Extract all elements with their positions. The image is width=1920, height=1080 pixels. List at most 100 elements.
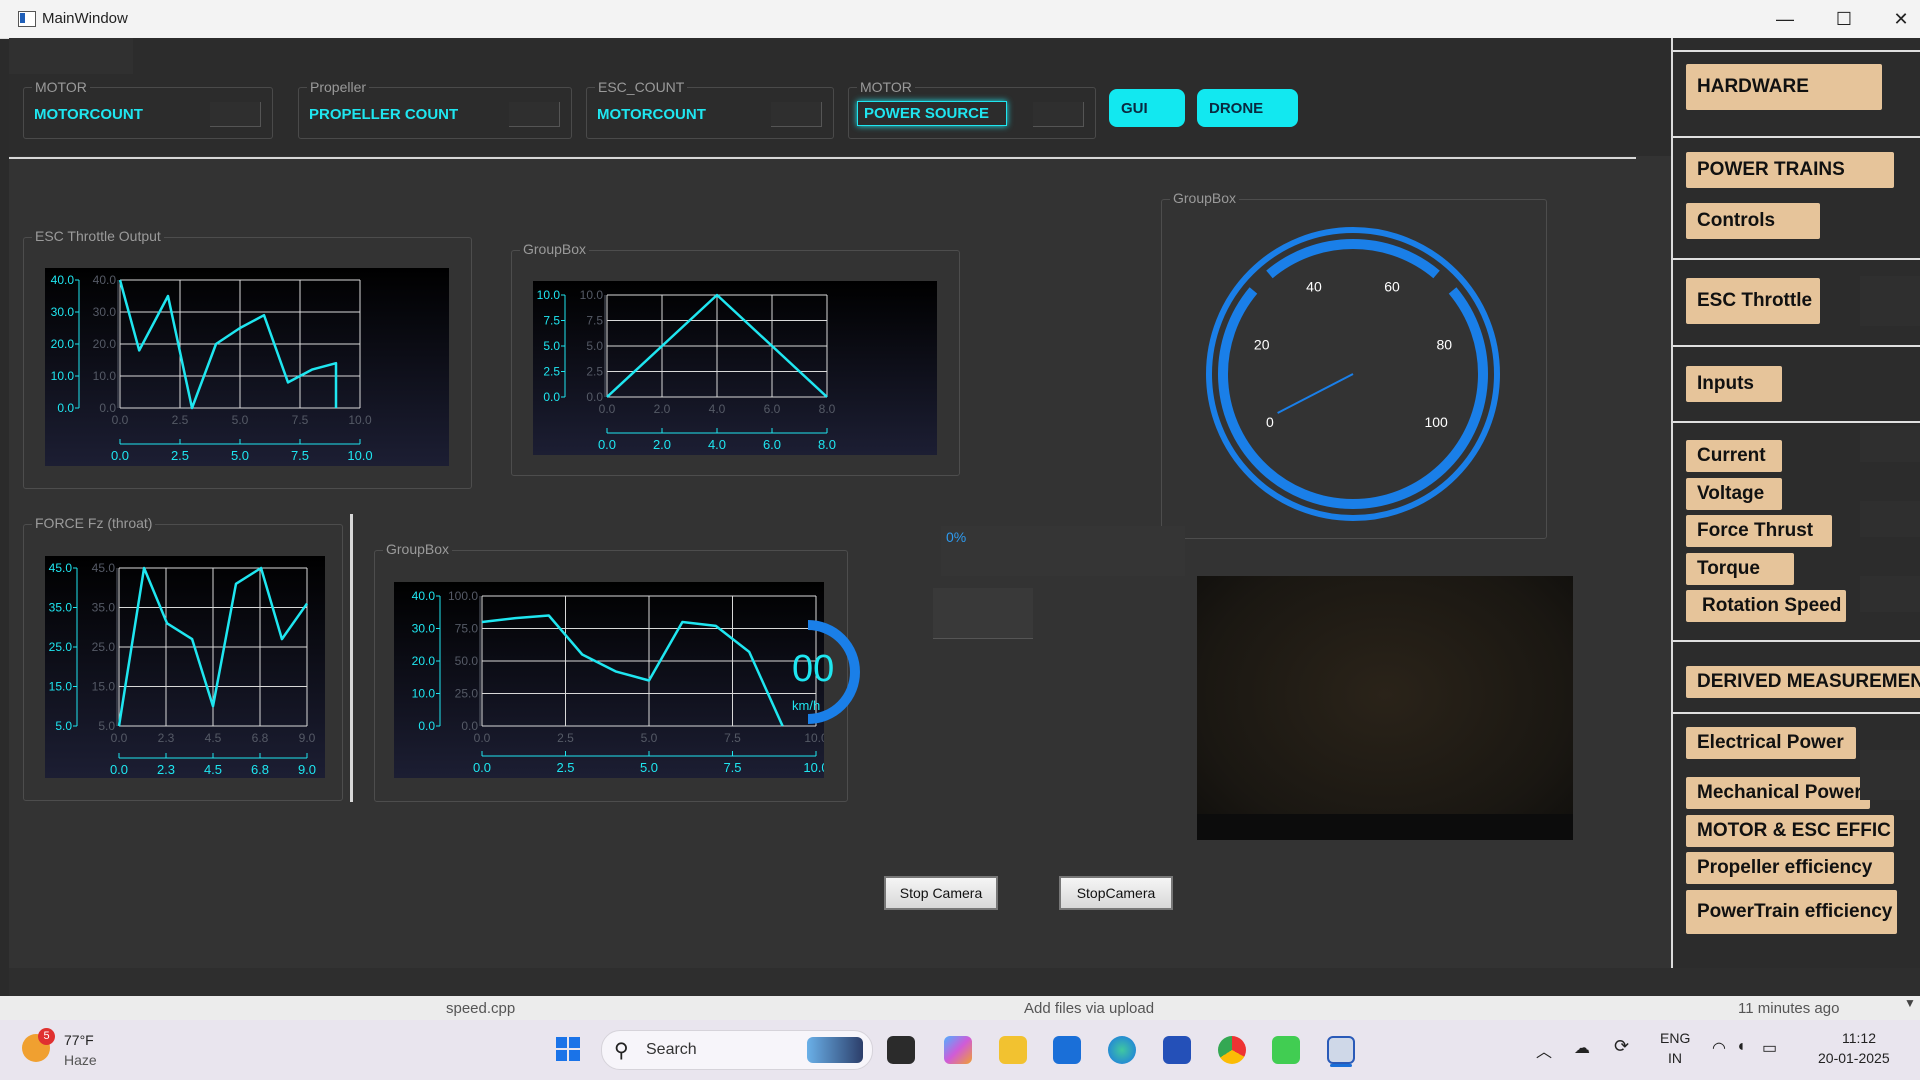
sidebar-hardware[interactable]: HARDWARE — [1686, 64, 1882, 110]
triangle-chart: 0.0 0.02.5 2.55.0 5.07.5 7.510.0 10.00.00.02.… — [533, 281, 937, 455]
start-icon[interactable] — [556, 1037, 580, 1061]
tray-chevron-icon[interactable]: ︿ — [1536, 1038, 1552, 1062]
y-tick-label: 20.0 — [412, 654, 436, 668]
gauge-label: 100 — [1424, 414, 1448, 430]
behind-commit-msg: Add files via upload — [1024, 1000, 1155, 1017]
inner-y-tick-label: 30.0 — [93, 305, 117, 319]
inner-x-tick-label: 2.5 — [557, 731, 574, 745]
sidebar-divider — [1673, 640, 1920, 642]
gauge-group-label: GroupBox — [1170, 190, 1240, 206]
sidebar-controls[interactable]: Controls — [1686, 203, 1820, 239]
triangle-group-label: GroupBox — [520, 241, 590, 257]
drone-button[interactable]: DRONE — [1197, 89, 1298, 127]
sidebar-mechanical-power[interactable]: Mechanical Power — [1686, 777, 1870, 809]
inner-y-tick-label: 25.0 — [455, 687, 479, 701]
clock-time[interactable]: 11:12 — [1842, 1030, 1876, 1046]
inner-x-tick-label: 5.0 — [641, 731, 658, 745]
y-tick-label: 10.0 — [537, 288, 561, 302]
sidebar-propeller-efficiency[interactable]: Propeller efficiency — [1686, 852, 1894, 884]
search-highlight-icon — [807, 1037, 863, 1063]
gauge-label: 40 — [1306, 278, 1322, 294]
x-tick-label: 2.5 — [171, 448, 189, 463]
sidebar-torque[interactable]: Torque — [1686, 553, 1794, 585]
gui-button[interactable]: GUI — [1109, 89, 1185, 127]
force-chart: 5.0 5.015.0 15.025.0 25.035.0 35.045.0 45.00.… — [45, 556, 325, 778]
minimize-button[interactable]: — — [1757, 0, 1813, 38]
clock-date[interactable]: 20-01-2025 — [1818, 1050, 1890, 1066]
esc-throttle-chart: 0.0 0.0 10.0 10.0 20.0 20.0 30.0 30.0 40.0 40.0 0.… — [45, 268, 449, 466]
qt-creator-icon[interactable] — [1272, 1036, 1300, 1064]
file-explorer-icon[interactable] — [999, 1036, 1027, 1064]
rotation-value — [1860, 576, 1920, 612]
myhp-icon[interactable] — [1053, 1036, 1081, 1064]
speed-gauge: 0 20 40 60 80 100 — [1206, 227, 1500, 521]
inner-x-tick-label: 0.0 — [111, 731, 128, 745]
motorcount-spinbox[interactable] — [210, 102, 261, 127]
sidebar-force-thrust[interactable]: Force Thrust — [1686, 515, 1832, 547]
inner-y-tick-label: 40.0 — [93, 273, 117, 287]
battery-icon[interactable]: ▭ — [1762, 1038, 1777, 1058]
stop-camera-button-2[interactable]: StopCamera — [1059, 876, 1173, 910]
power-source-spinbox[interactable] — [1033, 102, 1084, 127]
propeller-count-spinbox[interactable] — [509, 102, 560, 127]
maximize-button[interactable]: ☐ — [1816, 0, 1872, 38]
stop-camera-button[interactable]: Stop Camera — [884, 876, 998, 910]
sidebar-esc-throttle[interactable]: ESC Throttle — [1686, 278, 1820, 324]
volume-icon[interactable]: ◖ — [1736, 1038, 1746, 1056]
chart-background — [45, 268, 449, 466]
current-value — [1860, 426, 1920, 462]
sidebar-motor-esc-efficiency[interactable]: MOTOR & ESC EFFIC — [1686, 815, 1894, 847]
inner-x-tick-label: 2.5 — [172, 413, 189, 427]
inner-x-tick-label: 10.0 — [348, 413, 372, 427]
power-source-field[interactable]: POWER SOURCE — [857, 101, 1007, 126]
sidebar-inputs[interactable]: Inputs — [1686, 366, 1782, 402]
inner-y-tick-label: 20.0 — [93, 337, 117, 351]
header-divider — [9, 157, 1636, 159]
inner-y-tick-label: 15.0 — [92, 680, 116, 694]
lang-secondary[interactable]: IN — [1668, 1050, 1682, 1066]
sidebar-current[interactable]: Current — [1686, 440, 1782, 472]
store-icon[interactable] — [1163, 1036, 1191, 1064]
sidebar-powertrain-efficiency[interactable]: PowerTrain efficiency — [1686, 890, 1897, 934]
y-tick-label: 0.0 — [543, 390, 560, 404]
scroll-down-arrow[interactable]: ▼ — [1900, 996, 1920, 1020]
esc-throttle-value — [1860, 276, 1920, 326]
app-icon — [18, 11, 36, 27]
sidebar-rotation-speed[interactable]: Rotation Speed — [1686, 590, 1846, 622]
close-button[interactable]: ✕ — [1873, 0, 1920, 38]
gauge-label: 80 — [1437, 336, 1453, 352]
wifi-icon[interactable]: ◠ — [1712, 1038, 1726, 1058]
motor-group-label: MOTOR — [32, 79, 90, 95]
inner-y-tick-label: 5.0 — [586, 339, 603, 353]
x-tick-label: 2.3 — [157, 762, 175, 777]
y-tick-label: 5.0 — [55, 719, 72, 733]
sidebar-derived-measurements[interactable]: DERIVED MEASUREMEN — [1686, 666, 1920, 698]
lang-primary[interactable]: ENG — [1660, 1030, 1690, 1046]
y-tick-label: 2.5 — [543, 365, 560, 379]
copilot-icon[interactable] — [944, 1036, 972, 1064]
x-tick-label: 7.5 — [291, 448, 309, 463]
sidebar-power-trains[interactable]: POWER TRAINS — [1686, 152, 1894, 188]
esc-count-spinbox[interactable] — [771, 102, 822, 127]
x-tick-label: 0.0 — [598, 437, 616, 452]
edge-icon[interactable] — [1108, 1036, 1136, 1064]
y-tick-label: 35.0 — [49, 601, 73, 615]
y-tick-label: 40.0 — [412, 589, 436, 603]
search-box[interactable]: ⚲ Search — [601, 1030, 873, 1070]
gauge-left-arc — [1266, 239, 1440, 279]
gauge-label: 60 — [1384, 278, 1400, 294]
inner-x-tick-label: 6.8 — [252, 731, 269, 745]
x-tick-label: 2.0 — [653, 437, 671, 452]
sidebar-electrical-power[interactable]: Electrical Power — [1686, 727, 1856, 759]
sidebar-voltage[interactable]: Voltage — [1686, 478, 1782, 510]
inner-y-tick-label: 2.5 — [586, 365, 603, 379]
x-tick-label: 5.0 — [231, 448, 249, 463]
onedrive-icon[interactable]: ☁ — [1574, 1038, 1590, 1058]
force-group-label: FORCE Fz (throat) — [32, 515, 156, 531]
task-view-icon[interactable] — [887, 1036, 915, 1064]
sidebar-divider — [1673, 136, 1920, 138]
sync-icon[interactable]: ⟳ — [1614, 1036, 1629, 1057]
chrome-icon[interactable] — [1218, 1036, 1246, 1064]
mainwindow-app-icon[interactable] — [1327, 1036, 1355, 1064]
inner-x-tick-label: 2.3 — [158, 731, 175, 745]
